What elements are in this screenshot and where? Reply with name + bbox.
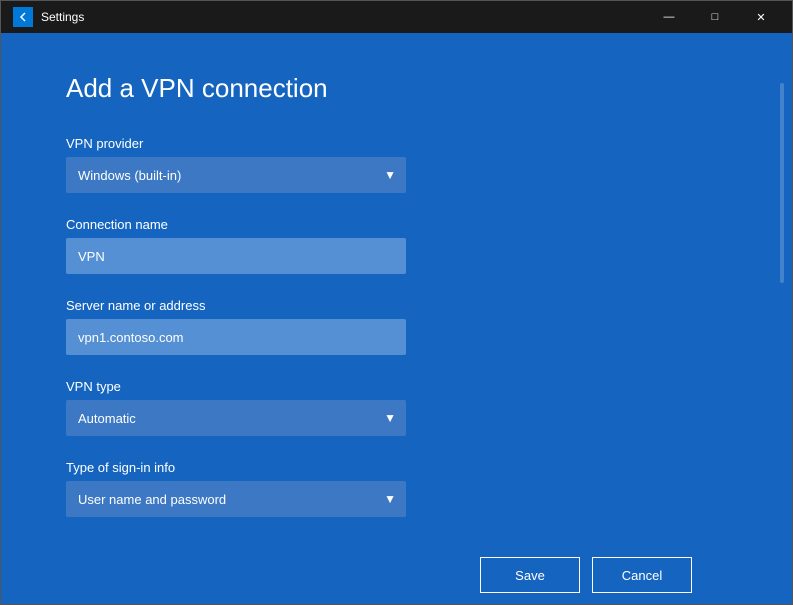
page-title: Add a VPN connection [66,73,722,104]
signin-type-select[interactable]: User name and password Smart card One-ti… [66,481,406,517]
save-button[interactable]: Save [480,557,580,593]
connection-name-label: Connection name [66,217,722,232]
back-button[interactable] [13,7,33,27]
server-address-label: Server name or address [66,298,722,313]
vpn-provider-select[interactable]: Windows (built-in) [66,157,406,193]
main-content: Add a VPN connection VPN provider Window… [1,33,772,604]
close-button[interactable]: ✕ [738,1,784,33]
minimize-button[interactable]: — [646,1,692,33]
scrollbar-track[interactable] [780,83,784,283]
signin-type-label: Type of sign-in info [66,460,722,475]
settings-window: Settings — □ ✕ Add a VPN connection VPN … [0,0,793,605]
server-address-input[interactable] [66,319,406,355]
vpn-type-wrapper: Automatic PPTP L2TP/IPsec SSTP IKEv2 ▼ [66,400,406,436]
scrollbar-area [772,33,792,604]
title-bar: Settings — □ ✕ [1,1,792,33]
connection-name-group: Connection name [66,217,722,274]
vpn-provider-wrapper: Windows (built-in) ▼ [66,157,406,193]
window-controls: — □ ✕ [646,1,784,33]
vpn-type-select[interactable]: Automatic PPTP L2TP/IPsec SSTP IKEv2 [66,400,406,436]
cancel-button[interactable]: Cancel [592,557,692,593]
vpn-provider-label: VPN provider [66,136,722,151]
footer-buttons: Save Cancel [66,557,722,593]
vpn-type-label: VPN type [66,379,722,394]
signin-type-wrapper: User name and password Smart card One-ti… [66,481,406,517]
server-address-group: Server name or address [66,298,722,355]
vpn-provider-group: VPN provider Windows (built-in) ▼ [66,136,722,193]
maximize-button[interactable]: □ [692,1,738,33]
vpn-type-group: VPN type Automatic PPTP L2TP/IPsec SSTP … [66,379,722,436]
window-title: Settings [41,10,84,24]
title-bar-left: Settings [13,7,84,27]
content-area: Add a VPN connection VPN provider Window… [1,33,792,604]
signin-type-group: Type of sign-in info User name and passw… [66,460,722,517]
connection-name-input[interactable] [66,238,406,274]
